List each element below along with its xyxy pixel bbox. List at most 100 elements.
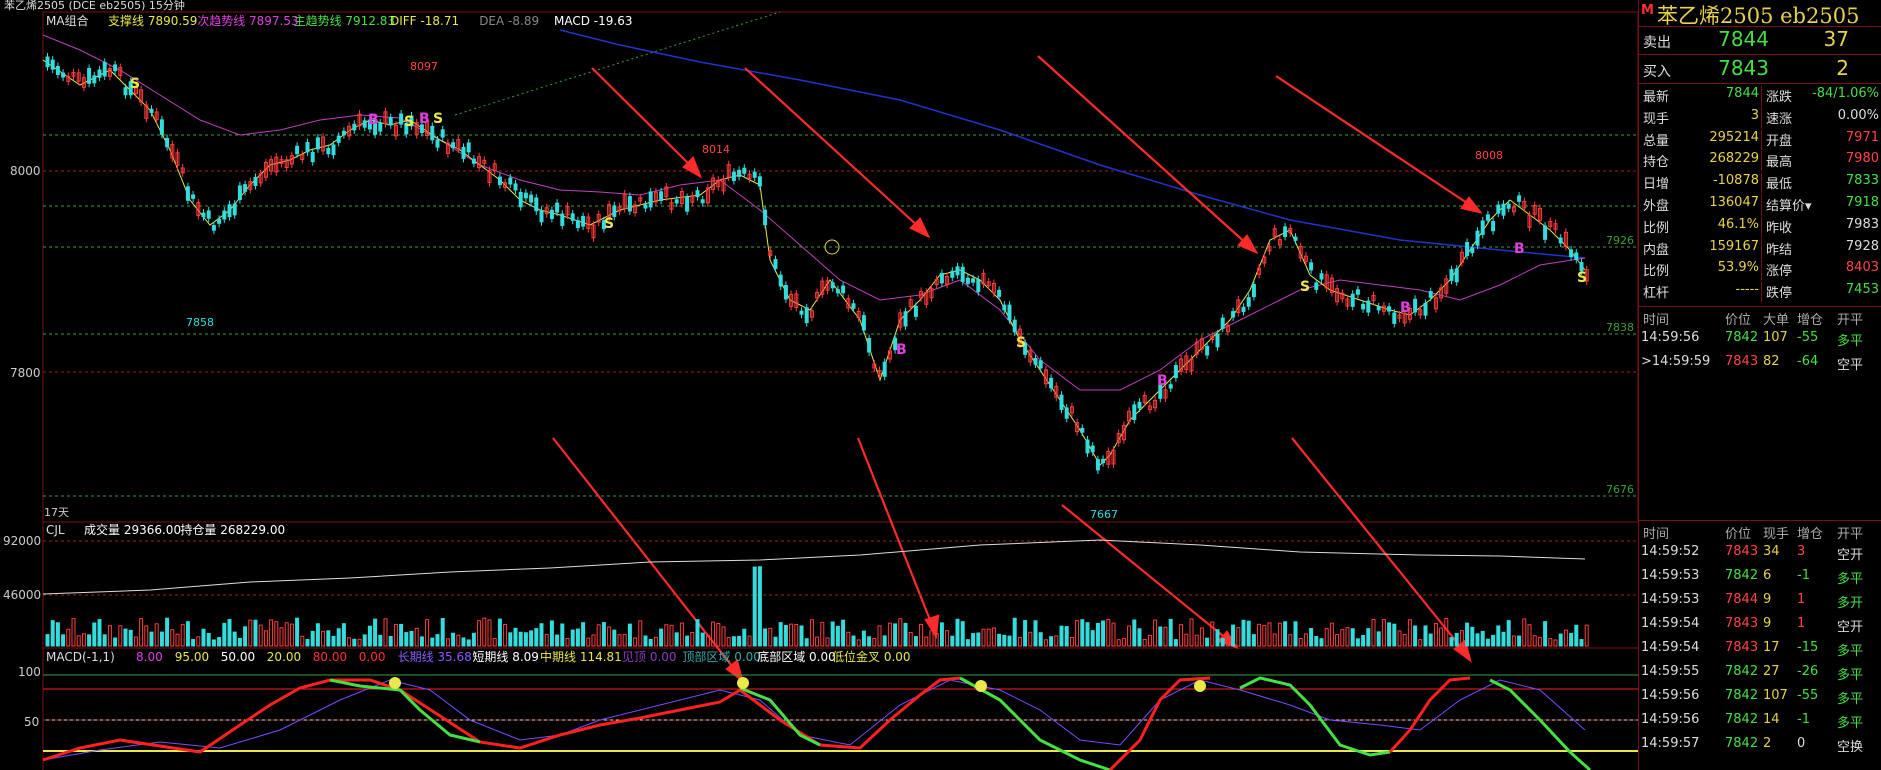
tick-row[interactable]: 14:59:56 7842 107 -55 多平 — [1639, 328, 1881, 352]
volume-bar — [50, 620, 55, 647]
volume-bar — [669, 624, 674, 647]
open-interest-line — [42, 539, 1586, 595]
candle-body — [451, 142, 456, 149]
candle-body — [1366, 300, 1371, 313]
tick-row[interactable]: 14:59:55 7842 27 -26 多平 — [1639, 662, 1881, 686]
tick-time: 14:59:54 — [1641, 616, 1700, 631]
tick-type: 空开 — [1837, 620, 1864, 635]
volume-bar — [1158, 626, 1163, 647]
volume-bar — [170, 629, 175, 647]
ma-item: 次趋势线 7897.53 — [197, 14, 298, 28]
volume-bar — [882, 635, 887, 647]
volume-bar — [1012, 617, 1017, 647]
sell-price: 7844 — [1718, 27, 1769, 51]
buy-row[interactable]: 买入 7843 2 — [1639, 55, 1881, 84]
big-trade-header: 时间 价位 大单 增仓 开平 — [1639, 306, 1881, 328]
tick-row[interactable]: 14:59:53 7844 9 1 多开 — [1639, 590, 1881, 614]
candle-body — [87, 68, 92, 84]
candle-body — [165, 137, 170, 148]
volume-bar — [981, 628, 986, 647]
volume-bar — [1153, 619, 1158, 647]
candle-body — [1506, 203, 1511, 209]
quote-value: 7971 — [1845, 129, 1879, 145]
tick-price: 7844 — [1725, 592, 1759, 607]
tick-row[interactable]: 14:59:52 7843 34 3 空开 — [1639, 542, 1881, 566]
volume-bar — [1454, 632, 1459, 647]
volume-bar — [373, 618, 378, 647]
volume-bar — [315, 623, 320, 647]
tick-price: 7842 — [1725, 568, 1759, 583]
volume-bar — [1111, 622, 1116, 647]
candle-body — [757, 176, 762, 187]
volume-bar — [248, 619, 253, 647]
candle-body — [851, 303, 856, 309]
volume-bar — [1257, 623, 1262, 647]
quote-table: 最新 7844 涨跌 -84/1.06% 现手 3 速涨 0.00% 总量 295214 开盘 797… — [1639, 84, 1881, 303]
candle-body — [700, 199, 705, 204]
volume-bar — [1241, 619, 1246, 647]
volume-bar — [1527, 624, 1532, 647]
volume-bar — [830, 621, 835, 647]
candle-body — [295, 145, 300, 155]
volume-bar — [721, 626, 726, 647]
volume-bar — [1173, 639, 1178, 647]
tick-header-cell: 增仓 — [1797, 313, 1824, 328]
volume-bar — [1054, 635, 1059, 647]
low-label-7858: 7858 — [186, 316, 214, 329]
candle-body — [575, 220, 580, 228]
volume-bar — [1272, 633, 1277, 647]
candle-body — [752, 171, 757, 178]
macd-item: 见顶 0.00 — [622, 650, 677, 664]
sell-row[interactable]: 卖出 7844 37 — [1639, 26, 1881, 55]
volume-bar — [1319, 638, 1324, 647]
volume-bar — [1199, 627, 1204, 647]
volume-bar — [825, 637, 830, 647]
quote-label: 杠杆 — [1643, 286, 1670, 302]
svg-text:B: B — [419, 111, 430, 127]
tick-header-cell: 价位 — [1725, 527, 1752, 542]
volume-bar — [76, 635, 81, 647]
volume-bar — [1059, 625, 1064, 647]
tick-row[interactable]: 14:59:57 7842 2 0 空换 — [1639, 734, 1881, 758]
quote-label: 现手 — [1643, 111, 1670, 127]
candle-body — [1059, 394, 1064, 410]
candle-body — [1501, 203, 1506, 216]
volume-bar — [118, 625, 123, 647]
volume-bar — [867, 636, 872, 647]
tick-row[interactable]: 14:59:54 7843 17 -15 多平 — [1639, 638, 1881, 662]
svg-text:B: B — [896, 342, 907, 358]
volume-bar — [1439, 627, 1444, 647]
candle-body — [955, 266, 960, 276]
volume-bar — [1329, 622, 1334, 647]
volume-bar — [1563, 629, 1568, 647]
volume-bar — [451, 632, 456, 647]
volume-bar — [607, 626, 612, 647]
candle-body — [950, 270, 955, 278]
volume-bar — [1168, 618, 1173, 647]
volume-axis-46000: 46000 — [3, 588, 41, 602]
volume-bar — [1095, 622, 1100, 647]
volume-bar — [87, 634, 92, 647]
candle-body — [497, 176, 502, 186]
kline-chart-area[interactable]: 苯乙烯2505 (DCE eb2505) 15分钟 MA组合 支撑线 7890.… — [0, 0, 1638, 770]
volume-bar — [716, 622, 721, 647]
tick-row[interactable]: 14:59:56 7842 107 -55 多平 — [1639, 686, 1881, 710]
volume-bar — [113, 637, 118, 647]
volume-bar — [731, 636, 736, 647]
tick-row[interactable]: 14:59:56 7842 14 -1 多平 — [1639, 710, 1881, 734]
tick-price: 7842 — [1725, 736, 1759, 751]
tick-row[interactable]: 14:59:53 7842 6 -1 多平 — [1639, 566, 1881, 590]
tick-inc: 3 — [1797, 544, 1806, 559]
volume-bar — [851, 635, 856, 647]
volume-bar — [326, 630, 331, 647]
candle-body — [211, 225, 216, 231]
tick-row[interactable]: >14:59:59 7843 82 -64 空平 — [1639, 352, 1881, 376]
candle-body — [549, 209, 554, 220]
volume-bar — [284, 622, 289, 647]
volume-bar — [679, 622, 684, 647]
candle-body — [1413, 298, 1418, 313]
candle-body — [92, 75, 97, 84]
tick-row[interactable]: 14:59:54 7843 9 1 空开 — [1639, 614, 1881, 638]
macd-legend: MACD(-1,1) 8.00 95.00 50.00 20.00 80.00 0.00 长… — [46, 649, 911, 664]
candle-body — [1012, 319, 1017, 333]
